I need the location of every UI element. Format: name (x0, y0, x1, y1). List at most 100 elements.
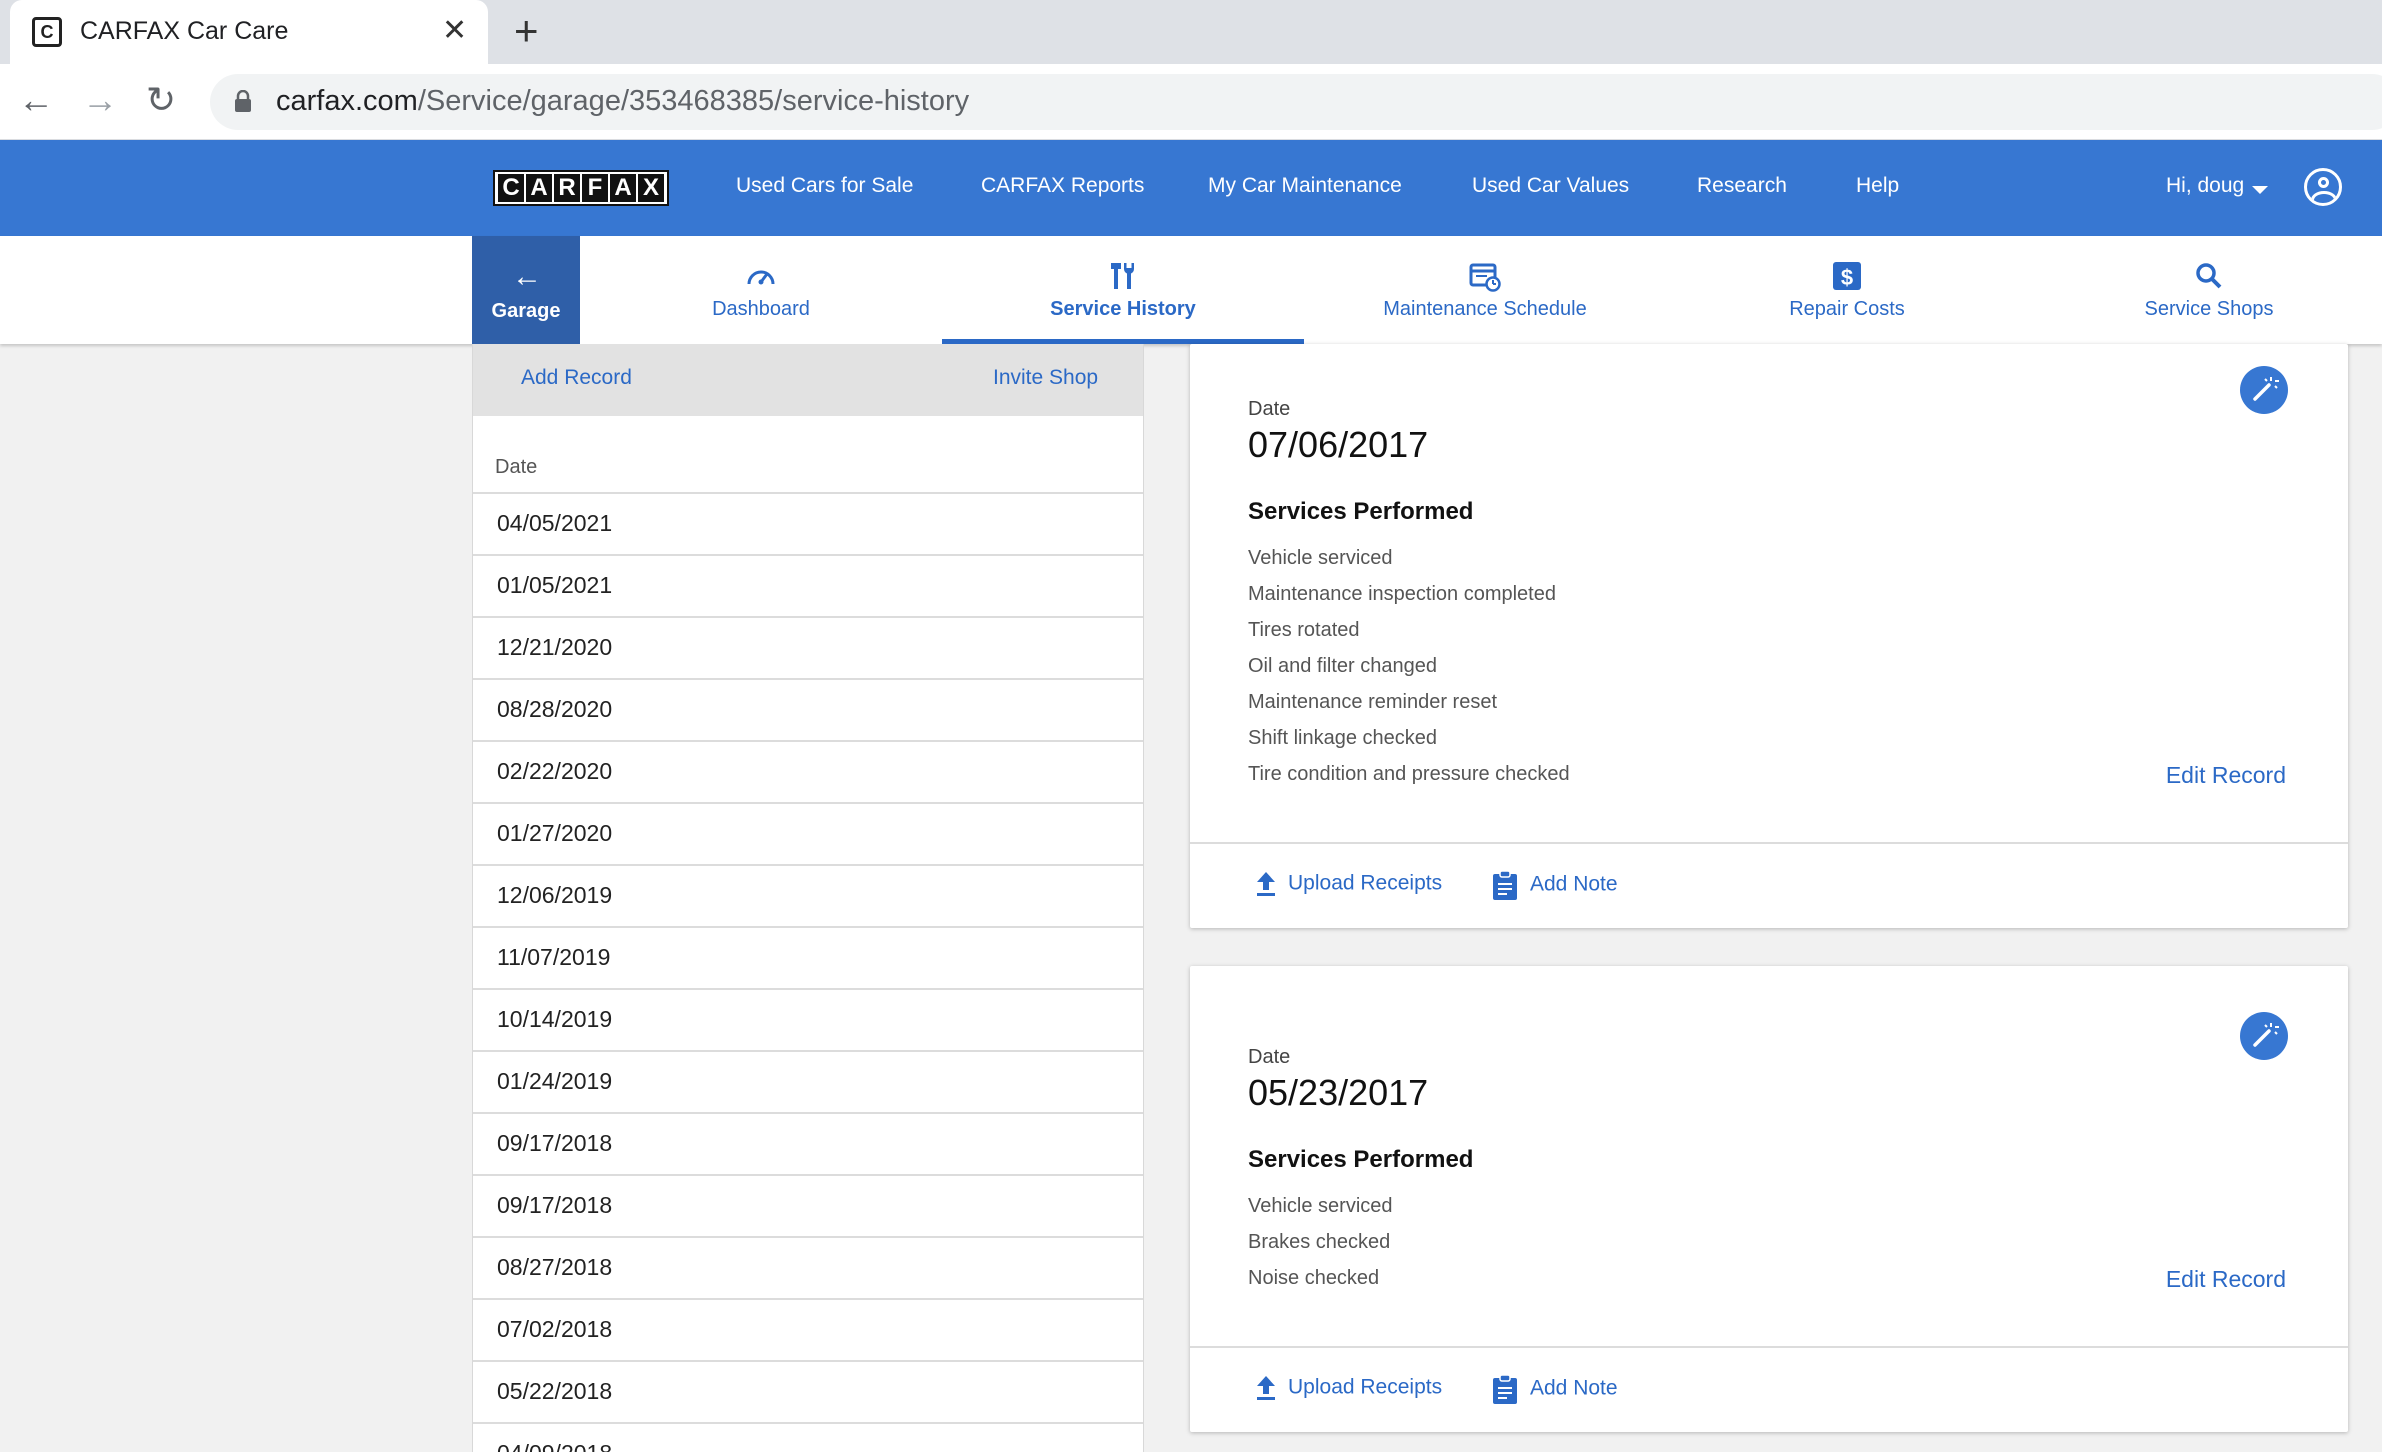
speedometer-icon (747, 270, 775, 285)
garage-label: Garage (491, 300, 561, 322)
service-date: 07/06/2017 (1248, 424, 1429, 465)
magic-wand-button[interactable] (2240, 366, 2288, 414)
magic-wand-icon (2253, 377, 2279, 401)
services-performed-title: Services Performed (1248, 1146, 1474, 1173)
carfax-logo[interactable]: C A R F A X (493, 170, 669, 206)
list-item[interactable]: 09/17/2018 (473, 1174, 1143, 1236)
service-item: Brakes checked (1248, 1231, 1391, 1253)
list-item[interactable]: 10/14/2019 (473, 988, 1143, 1050)
service-record-card: Date 05/23/2017 Services Performed Vehic… (1190, 966, 2348, 1432)
services-list: Vehicle serviced Brakes checked Noise ch… (1248, 1188, 1393, 1296)
dollar-icon: $ (1833, 262, 1861, 290)
tab-title: CARFAX Car Care (80, 17, 289, 45)
services-performed-title: Services Performed (1248, 498, 1474, 525)
add-note-link[interactable]: Add Note (1492, 1374, 1618, 1404)
nav-research[interactable]: Research (1697, 174, 1787, 198)
upload-receipts-link[interactable]: Upload Receipts (1254, 870, 1442, 898)
nav-help[interactable]: Help (1856, 174, 1899, 198)
list-item[interactable]: 01/27/2020 (473, 802, 1143, 864)
list-column-header: Date (495, 456, 538, 478)
tab-service-history[interactable]: Service History (942, 236, 1304, 344)
url-path: /Service/garage/353468385/service-histor… (417, 85, 970, 117)
browser-tab-bar: C CARFAX Car Care ✕ + (0, 0, 2382, 64)
list-item[interactable]: 02/22/2020 (473, 740, 1143, 802)
account-avatar-icon[interactable] (2304, 168, 2342, 206)
logo-letter: C (498, 174, 524, 202)
tab-close-icon[interactable]: ✕ (442, 14, 467, 48)
tab-dashboard[interactable]: Dashboard (580, 236, 942, 344)
search-icon (2196, 263, 2222, 289)
upload-receipts-link[interactable]: Upload Receipts (1254, 1374, 1442, 1402)
logo-letter: R (554, 174, 580, 202)
list-item[interactable]: 08/27/2018 (473, 1236, 1143, 1298)
list-item[interactable]: 09/17/2018 (473, 1112, 1143, 1174)
edit-record-link[interactable]: Edit Record (2166, 762, 2286, 789)
magic-wand-button[interactable] (2240, 1012, 2288, 1060)
carfax-favicon-icon: C (32, 17, 62, 47)
garage-subnav: ← Garage Dashboard Service History Maint… (0, 236, 2382, 344)
nav-my-car-maintenance[interactable]: My Car Maintenance (1208, 174, 1402, 198)
list-item[interactable]: 12/21/2020 (473, 616, 1143, 678)
service-item: Noise checked (1248, 1267, 1380, 1289)
add-note-label: Add Note (1530, 1376, 1618, 1400)
back-arrow-icon: ← (512, 260, 542, 293)
new-tab-icon[interactable]: + (514, 10, 539, 52)
garage-back-button[interactable]: ← Garage (472, 236, 580, 344)
list-item[interactable]: 04/09/2018 (473, 1422, 1143, 1452)
list-item[interactable]: 04/05/2021 (473, 492, 1143, 554)
forward-arrow-icon[interactable]: → (82, 78, 118, 122)
tab-label: Service Shops (2144, 298, 2274, 320)
date-label: Date (1248, 1046, 1291, 1068)
service-item: Vehicle serviced (1248, 1195, 1393, 1217)
list-item[interactable]: 07/02/2018 (473, 1298, 1143, 1360)
service-date: 05/23/2017 (1248, 1072, 1429, 1113)
list-item[interactable]: 05/22/2018 (473, 1360, 1143, 1422)
service-item: Tires rotated (1248, 619, 1360, 641)
nav-used-car-values[interactable]: Used Car Values (1472, 174, 1629, 198)
tab-repair-costs[interactable]: $ Repair Costs (1666, 236, 2028, 344)
list-item[interactable]: 01/05/2021 (473, 554, 1143, 616)
services-list: Vehicle serviced Maintenance inspection … (1248, 540, 1570, 792)
upload-receipts-label: Upload Receipts (1288, 1375, 1443, 1399)
browser-tab[interactable]: C CARFAX Car Care ✕ (10, 0, 488, 64)
reload-icon[interactable]: ↻ (146, 78, 176, 122)
caret-down-icon[interactable] (2252, 186, 2268, 194)
service-item: Maintenance inspection completed (1248, 583, 1556, 605)
list-item[interactable]: 01/24/2019 (473, 1050, 1143, 1112)
edit-record-link[interactable]: Edit Record (2166, 1266, 2286, 1293)
list-item[interactable]: 08/28/2020 (473, 678, 1143, 740)
back-arrow-icon[interactable]: ← (18, 78, 54, 122)
lock-icon (235, 90, 251, 112)
add-note-link[interactable]: Add Note (1492, 870, 1618, 900)
upload-icon (1257, 1376, 1275, 1400)
service-item: Shift linkage checked (1248, 727, 1438, 749)
service-item: Tire condition and pressure checked (1248, 763, 1570, 785)
tab-label: Dashboard (712, 298, 810, 320)
clipboard-icon (1493, 1374, 1517, 1404)
tab-service-shops[interactable]: Service Shops (2028, 236, 2382, 344)
nav-used-cars-for-sale[interactable]: Used Cars for Sale (736, 174, 913, 198)
invite-shop-link[interactable]: Invite Shop (993, 366, 1098, 390)
user-menu[interactable]: Hi, doug (2166, 174, 2244, 198)
service-item: Maintenance reminder reset (1248, 691, 1498, 713)
list-actions-bar: Add Record Invite Shop (473, 344, 1143, 416)
clipboard-icon (1493, 870, 1517, 900)
logo-letter: X (638, 174, 664, 202)
tab-label: Service History (1050, 298, 1196, 320)
nav-carfax-reports[interactable]: CARFAX Reports (981, 174, 1144, 198)
service-record-card: Date 07/06/2017 Services Performed Vehic… (1190, 344, 2348, 928)
add-note-label: Add Note (1530, 872, 1618, 896)
address-bar[interactable]: carfax.com/Service/garage/353468385/serv… (210, 74, 2382, 130)
list-item[interactable]: 12/06/2019 (473, 864, 1143, 926)
magic-wand-icon (2253, 1023, 2279, 1047)
url-text: carfax.com/Service/garage/353468385/serv… (276, 85, 969, 118)
service-item: Oil and filter changed (1248, 655, 1438, 677)
logo-letter: A (610, 174, 636, 202)
schedule-calendar-icon (1469, 263, 1501, 292)
card-divider (1190, 1346, 2348, 1348)
wrench-tools-icon (1111, 263, 1134, 289)
service-date-list-panel: Add Record Invite Shop Date 04/05/2021 0… (472, 344, 1144, 1452)
tab-maintenance-schedule[interactable]: Maintenance Schedule (1304, 236, 1666, 344)
list-item[interactable]: 11/07/2019 (473, 926, 1143, 988)
add-record-link[interactable]: Add Record (521, 366, 632, 390)
